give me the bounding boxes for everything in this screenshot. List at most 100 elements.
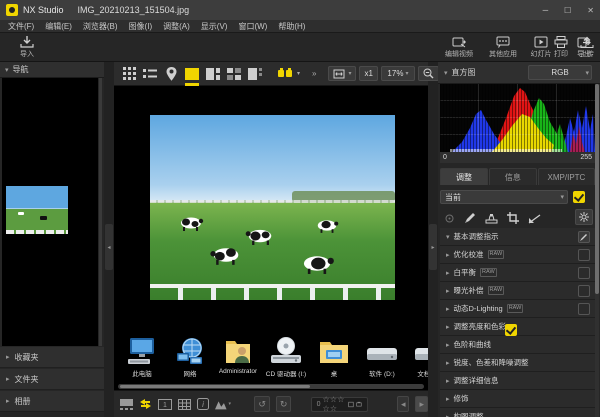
- sidebar-item-folders[interactable]: ▸ 文件夹: [0, 369, 104, 390]
- adjustment-checkbox[interactable]: [578, 249, 590, 261]
- adjustment-active-dlighting[interactable]: ▸ 动态D-Lighting RAW: [440, 300, 595, 318]
- menu-help[interactable]: 帮助(H): [278, 21, 305, 32]
- right-panel-scrollbar[interactable]: [595, 84, 599, 417]
- filmstrip-item-network[interactable]: 网络: [168, 332, 212, 378]
- multi-view-icon[interactable]: [225, 65, 243, 83]
- tab-xmp-iptc[interactable]: XMP/IPTC: [538, 168, 595, 185]
- adjustment-composition[interactable]: ▸ 构图调整: [440, 408, 595, 417]
- image-filmstrip-view-icon[interactable]: [204, 65, 222, 83]
- sample-point-icon[interactable]: [444, 213, 455, 224]
- adjustment-group-basic[interactable]: ▾ 基本调整指示: [440, 228, 595, 246]
- fit-screen-dropdown[interactable]: ▾: [328, 66, 356, 81]
- filmstrip-item-folder[interactable]: 桌: [312, 332, 356, 378]
- overflow-chevron-icon[interactable]: »: [312, 69, 316, 78]
- edit-indicator-badge[interactable]: [578, 231, 590, 243]
- collapse-right-handle[interactable]: ▸: [429, 224, 437, 270]
- straighten-icon[interactable]: [528, 213, 541, 224]
- adjustment-details[interactable]: ▸ 调整详细信息: [440, 372, 595, 390]
- grid-overlay-icon[interactable]: [178, 396, 191, 412]
- rotate-cw-button[interactable]: ↻: [276, 396, 292, 412]
- settings-gear-icon: [579, 212, 589, 222]
- import-button[interactable]: 导入: [6, 34, 48, 61]
- rating-stars[interactable]: ☆ ☆ ☆ ☆ ☆: [322, 395, 346, 413]
- filmstrip-scrollbar[interactable]: [118, 384, 424, 389]
- rating-control[interactable]: 0 ☆ ☆ ☆ ☆ ☆: [311, 397, 368, 412]
- menu-edit[interactable]: 编辑(E): [45, 21, 72, 32]
- camera-caret-icon[interactable]: ▾: [297, 70, 300, 77]
- version-select[interactable]: 当前 ▾: [440, 190, 568, 204]
- label-tag-icon[interactable]: [348, 400, 354, 409]
- close-button[interactable]: ✕: [587, 6, 594, 15]
- menu-adjust[interactable]: 调整(A): [163, 21, 190, 32]
- adjustment-checkbox[interactable]: [578, 267, 590, 279]
- adjustment-exposure-comp[interactable]: ▸ 曝光补偿 RAW: [440, 282, 595, 300]
- filmstrip-item-drive-e[interactable]: 文档 (E:): [408, 332, 428, 378]
- navigation-thumbnail[interactable]: [6, 186, 68, 234]
- menu-file[interactable]: 文件(F): [8, 21, 34, 32]
- menu-browser[interactable]: 浏览器(B): [83, 21, 118, 32]
- minimize-button[interactable]: –: [543, 5, 549, 16]
- menu-window[interactable]: 窗口(W): [238, 21, 267, 32]
- maximize-button[interactable]: ☐: [564, 6, 571, 15]
- rotate-ccw-button[interactable]: ↺: [254, 396, 270, 412]
- sidebar-item-favorites[interactable]: ▸ 收藏夹: [0, 347, 104, 368]
- adjustment-brightness-color[interactable]: ▸ 调整亮度和色彩: [440, 318, 595, 336]
- adjustment-picture-control[interactable]: ▸ 优化校准 RAW: [440, 246, 595, 264]
- single-frame-icon[interactable]: 1: [158, 396, 172, 412]
- import-icon: [20, 36, 34, 48]
- protect-tag-icon[interactable]: [356, 400, 362, 409]
- menu-view[interactable]: 显示(V): [201, 21, 228, 32]
- zoom-out-button[interactable]: [418, 66, 439, 81]
- adjustment-retouch[interactable]: ▸ 修饰: [440, 390, 595, 408]
- filmstrip-item-cd-drive[interactable]: CD 驱动器 (I:): [264, 332, 308, 378]
- sidebar-item-albums[interactable]: ▸ 相册: [0, 391, 104, 412]
- left-splitter[interactable]: ◂: [104, 62, 114, 417]
- histogram-header[interactable]: ▾ 直方图 RGB ▾: [438, 62, 600, 84]
- zoom-1x-button[interactable]: x1: [359, 66, 377, 81]
- image-view-icon[interactable]: [183, 65, 201, 83]
- info-overlay-icon[interactable]: i: [197, 396, 209, 412]
- filmstrip-item-computer[interactable]: 此电脑: [120, 332, 164, 378]
- histogram-channel-select[interactable]: RGB ▾: [528, 65, 592, 80]
- adjustment-white-balance[interactable]: ▸ 白平衡 RAW: [440, 264, 595, 282]
- histogram-overlay-icon[interactable]: ▾: [215, 396, 231, 412]
- thumbnail-grid-icon[interactable]: [120, 65, 138, 83]
- other-apps-button[interactable]: 其他应用: [482, 34, 524, 61]
- filmstrip-toggle-icon[interactable]: [120, 396, 133, 412]
- right-scroll-thumb[interactable]: [595, 84, 599, 294]
- adjust-settings-button[interactable]: [575, 209, 593, 225]
- camera-compare-icon[interactable]: [276, 65, 294, 83]
- filmstrip-scroll-thumb[interactable]: [120, 385, 310, 388]
- thumbnail-list-icon[interactable]: [141, 65, 159, 83]
- retouch-brush-icon[interactable]: [464, 212, 476, 224]
- prev-image-button[interactable]: ◂: [397, 396, 410, 412]
- compare-view-icon[interactable]: [246, 65, 264, 83]
- image-canvas[interactable]: [114, 86, 428, 328]
- export-button[interactable]: 导出: [570, 34, 598, 61]
- navigation-header[interactable]: ▾ 导航: [0, 62, 104, 78]
- tab-info[interactable]: 信息: [489, 168, 537, 185]
- clone-stamp-icon[interactable]: [485, 213, 498, 224]
- rating-zero[interactable]: 0: [317, 401, 321, 408]
- sync-compare-icon[interactable]: [139, 396, 152, 412]
- tab-adjustments[interactable]: 调整: [440, 168, 488, 185]
- adjustment-checkbox[interactable]: [578, 285, 590, 297]
- zoom-percent-dropdown[interactable]: 17% ▾: [381, 66, 415, 81]
- favorites-label: 收藏夹: [15, 352, 39, 363]
- edit-video-button[interactable]: 编辑视频: [438, 34, 480, 61]
- folders-label: 文件夹: [15, 374, 39, 385]
- map-icon[interactable]: [162, 65, 180, 83]
- right-splitter[interactable]: ▸: [428, 62, 438, 417]
- collapse-left-handle[interactable]: ◂: [105, 224, 113, 270]
- menu-image[interactable]: 图像(I): [129, 21, 153, 32]
- next-image-button[interactable]: ▸: [415, 396, 428, 412]
- adjustment-checkbox[interactable]: [578, 303, 590, 315]
- nav-scrollbar[interactable]: [99, 78, 102, 346]
- adjustment-sharpness-noise[interactable]: ▸ 锐度、色差和降噪调整: [440, 354, 595, 372]
- filmstrip-item-drive-d[interactable]: 软件 (D:): [360, 332, 404, 378]
- version-apply-checkbox[interactable]: [573, 191, 585, 203]
- crop-icon[interactable]: [507, 212, 519, 224]
- adjustment-checkbox[interactable]: [505, 324, 517, 336]
- filmstrip-item-administrator[interactable]: Administrator: [216, 332, 260, 375]
- adjustment-levels-curves[interactable]: ▸ 色阶和曲线: [440, 336, 595, 354]
